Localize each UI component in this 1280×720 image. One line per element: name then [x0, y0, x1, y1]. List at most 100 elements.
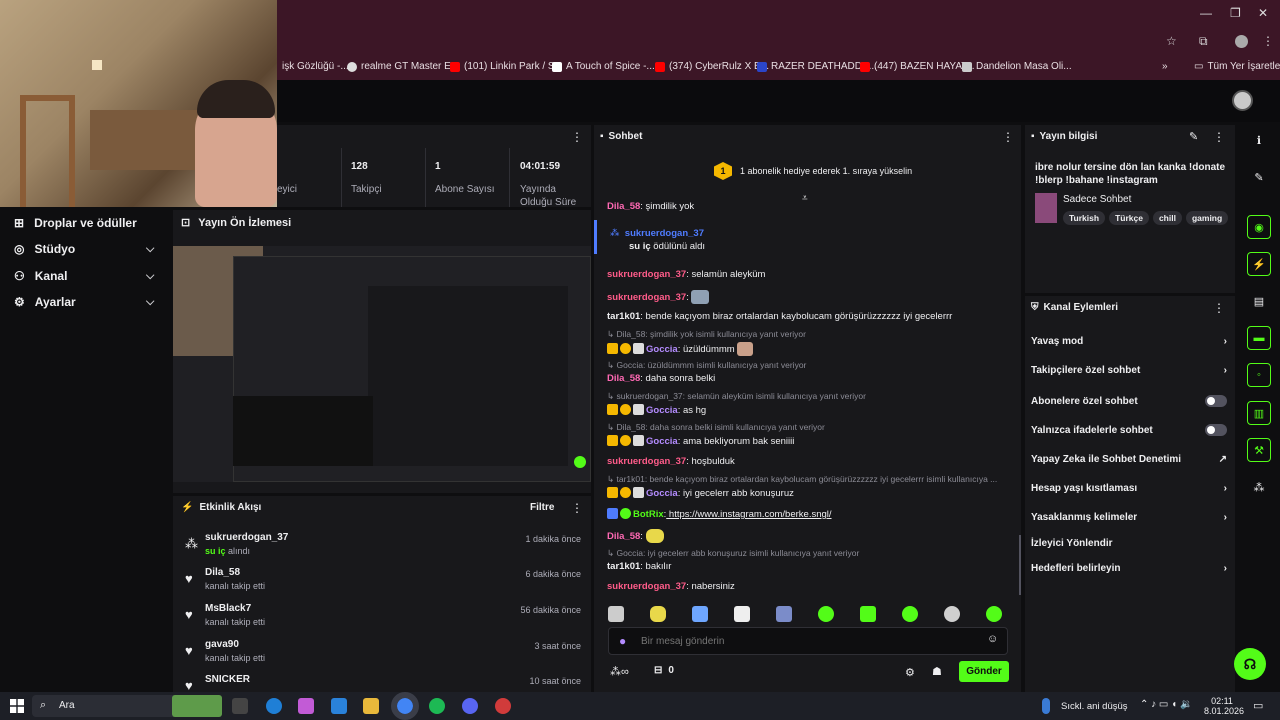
- task-view-icon[interactable]: [232, 698, 248, 714]
- camera-icon[interactable]: ◉: [1247, 215, 1271, 239]
- store-icon[interactable]: [331, 698, 347, 714]
- emote[interactable]: [692, 606, 708, 622]
- stream-preview-video[interactable]: [173, 246, 591, 482]
- emote[interactable]: [860, 606, 876, 622]
- star-icon[interactable]: ☆: [1166, 34, 1177, 48]
- bolt-icon[interactable]: ⚡: [1247, 252, 1271, 276]
- pinned-goal[interactable]: 1 1 abonelik hediye ederek 1. sıraya yük…: [714, 162, 912, 180]
- bookmark-item[interactable]: (374) CyberRulz X B...: [655, 61, 769, 72]
- chat-input[interactable]: [641, 632, 971, 650]
- restore-icon[interactable]: ❐: [1230, 6, 1241, 20]
- obs-icon[interactable]: [495, 698, 511, 714]
- nav-channel[interactable]: ⚇ Kanal ⌵: [14, 269, 170, 283]
- emote[interactable]: [650, 606, 666, 622]
- tag[interactable]: Turkish: [1063, 211, 1106, 225]
- extensions-icon[interactable]: ⧉: [1199, 34, 1208, 49]
- spotify-icon[interactable]: [429, 698, 445, 714]
- user-avatar[interactable]: [1232, 90, 1253, 111]
- emote[interactable]: [608, 606, 624, 622]
- bookmark-item[interactable]: (447) BAZEN HAYAT...: [860, 61, 975, 72]
- activity-menu-icon[interactable]: ⋮: [571, 501, 583, 515]
- toggle-switch[interactable]: [1205, 424, 1227, 436]
- channel-points[interactable]: ⊟ 0: [654, 665, 674, 676]
- tray-icons[interactable]: ⌃ ♪ ▭ ◖ 🔉: [1140, 699, 1192, 710]
- info-menu-icon[interactable]: ⋮: [1213, 130, 1225, 144]
- emote[interactable]: [818, 606, 834, 622]
- emote[interactable]: [986, 606, 1002, 622]
- minimize-icon[interactable]: —: [1200, 6, 1212, 20]
- bookmarks-overflow[interactable]: »: [1162, 61, 1168, 72]
- chat-menu-icon[interactable]: ⋮: [1002, 130, 1014, 144]
- panel-title: Sohbet: [608, 131, 643, 142]
- chat-scrollbar[interactable]: [1019, 535, 1021, 595]
- action-subscribers-only[interactable]: Abonelere özel sohbet: [1031, 395, 1227, 407]
- toggle-switch[interactable]: [1205, 395, 1227, 407]
- bookmark-item[interactable]: Dandelion Masa Oli...: [962, 61, 1072, 72]
- bookmark-item[interactable]: realme GT Master E...: [347, 61, 459, 72]
- action-account-age[interactable]: Hesap yaşı kısıtlaması ›: [1031, 483, 1227, 494]
- layout-icon[interactable]: ▥: [1247, 401, 1271, 425]
- chrome-icon[interactable]: [391, 692, 419, 720]
- mic-icon[interactable]: ●: [619, 634, 626, 648]
- taskbar-search[interactable]: ⌕ Ara: [32, 695, 222, 717]
- category-name[interactable]: Sadece Sohbet: [1063, 194, 1131, 205]
- document-icon[interactable]: ▤: [1247, 289, 1271, 313]
- pencil-icon[interactable]: ✎: [1247, 165, 1271, 189]
- emote[interactable]: [734, 606, 750, 622]
- bot-icon[interactable]: ☗: [932, 665, 942, 678]
- edge-icon[interactable]: [266, 698, 282, 714]
- emote[interactable]: [902, 606, 918, 622]
- emoji-icon[interactable]: ☺: [987, 633, 998, 645]
- discord-icon[interactable]: [462, 698, 478, 714]
- bookmark-item[interactable]: işk Gözlüğü -...: [282, 61, 349, 72]
- chat-settings-icon[interactable]: ⚙: [905, 666, 915, 679]
- menu-kebab-icon[interactable]: ⋮: [1262, 34, 1274, 48]
- broadcast-icon[interactable]: ◦: [1247, 363, 1271, 387]
- collapse-icon[interactable]: ⩡: [802, 193, 808, 204]
- stats-menu-icon[interactable]: ⋮: [571, 130, 583, 144]
- stat-label: Takipçi: [351, 184, 382, 195]
- nav-drops-rewards[interactable]: ⊞ Droplar ve ödüller: [14, 216, 137, 230]
- weather-text[interactable]: Sıckl. ani düşüş: [1061, 701, 1128, 712]
- all-bookmarks[interactable]: ▭ Tüm Yer İşaretleri: [1194, 61, 1280, 72]
- notification-icon[interactable]: ▭: [1253, 699, 1263, 712]
- nav-studio[interactable]: ◎ Stüdyo ⌵: [14, 242, 170, 256]
- chat-message: Goccia: iyi gecelerr abb konuşuruz: [607, 487, 794, 499]
- heart-icon: ♥: [185, 571, 193, 586]
- points-icon[interactable]: ⁂∞: [610, 665, 629, 678]
- bookmark-item[interactable]: (101) Linkin Park / S...: [450, 61, 563, 72]
- copilot-icon[interactable]: [298, 698, 314, 714]
- bookmark-item[interactable]: A Touch of Spice -...: [552, 61, 655, 72]
- action-slow-mode[interactable]: Yavaş mod ›: [1031, 336, 1227, 347]
- tag[interactable]: chill: [1152, 211, 1182, 225]
- info-icon[interactable]: ℹ: [1247, 128, 1271, 152]
- users-icon[interactable]: ⁂: [1247, 475, 1271, 499]
- send-button[interactable]: Gönder: [959, 661, 1009, 682]
- chat-link[interactable]: https://www.instagram.com/berke.sngl/: [666, 509, 832, 520]
- nav-settings[interactable]: ⚙ Ayarlar ⌵: [14, 295, 170, 309]
- action-redirect-viewers[interactable]: İzleyici Yönlendir: [1031, 538, 1227, 549]
- emote[interactable]: [776, 606, 792, 622]
- action-emote-only[interactable]: Yalnızca ifadelerle sohbet: [1031, 424, 1227, 436]
- profile-avatar[interactable]: [1235, 35, 1248, 48]
- action-followers-only[interactable]: Takipçilere özel sohbet ›: [1031, 365, 1227, 376]
- chat-icon[interactable]: ▬: [1247, 326, 1271, 350]
- actions-menu-icon[interactable]: ⋮: [1213, 301, 1225, 315]
- clock[interactable]: 02:11 8.01.2026: [1204, 696, 1244, 716]
- edit-icon[interactable]: ✎: [1189, 130, 1198, 143]
- action-ai-moderation[interactable]: Yapay Zeka ile Sohbet Denetimi ↗: [1031, 454, 1227, 465]
- filter-button[interactable]: Filtre: [530, 502, 554, 513]
- action-banned-words[interactable]: Yasaklanmış kelimeler ›: [1031, 512, 1227, 523]
- tag[interactable]: Türkçe: [1109, 211, 1149, 225]
- support-icon[interactable]: ☊: [1234, 648, 1266, 680]
- folder-icon[interactable]: [363, 698, 379, 714]
- wrench-icon[interactable]: ⚒: [1247, 438, 1271, 462]
- close-icon[interactable]: ✕: [1258, 6, 1268, 20]
- chat-message: Dila_58: daha sonra belki: [607, 373, 716, 384]
- tag[interactable]: gaming: [1185, 211, 1229, 225]
- emote[interactable]: [944, 606, 960, 622]
- start-icon[interactable]: [10, 699, 24, 713]
- page-icon: [962, 61, 972, 72]
- action-set-goals[interactable]: Hedefleri belirleyin ›: [1031, 563, 1227, 574]
- bookmark-item[interactable]: RAZER DEATHADDE...: [757, 61, 877, 72]
